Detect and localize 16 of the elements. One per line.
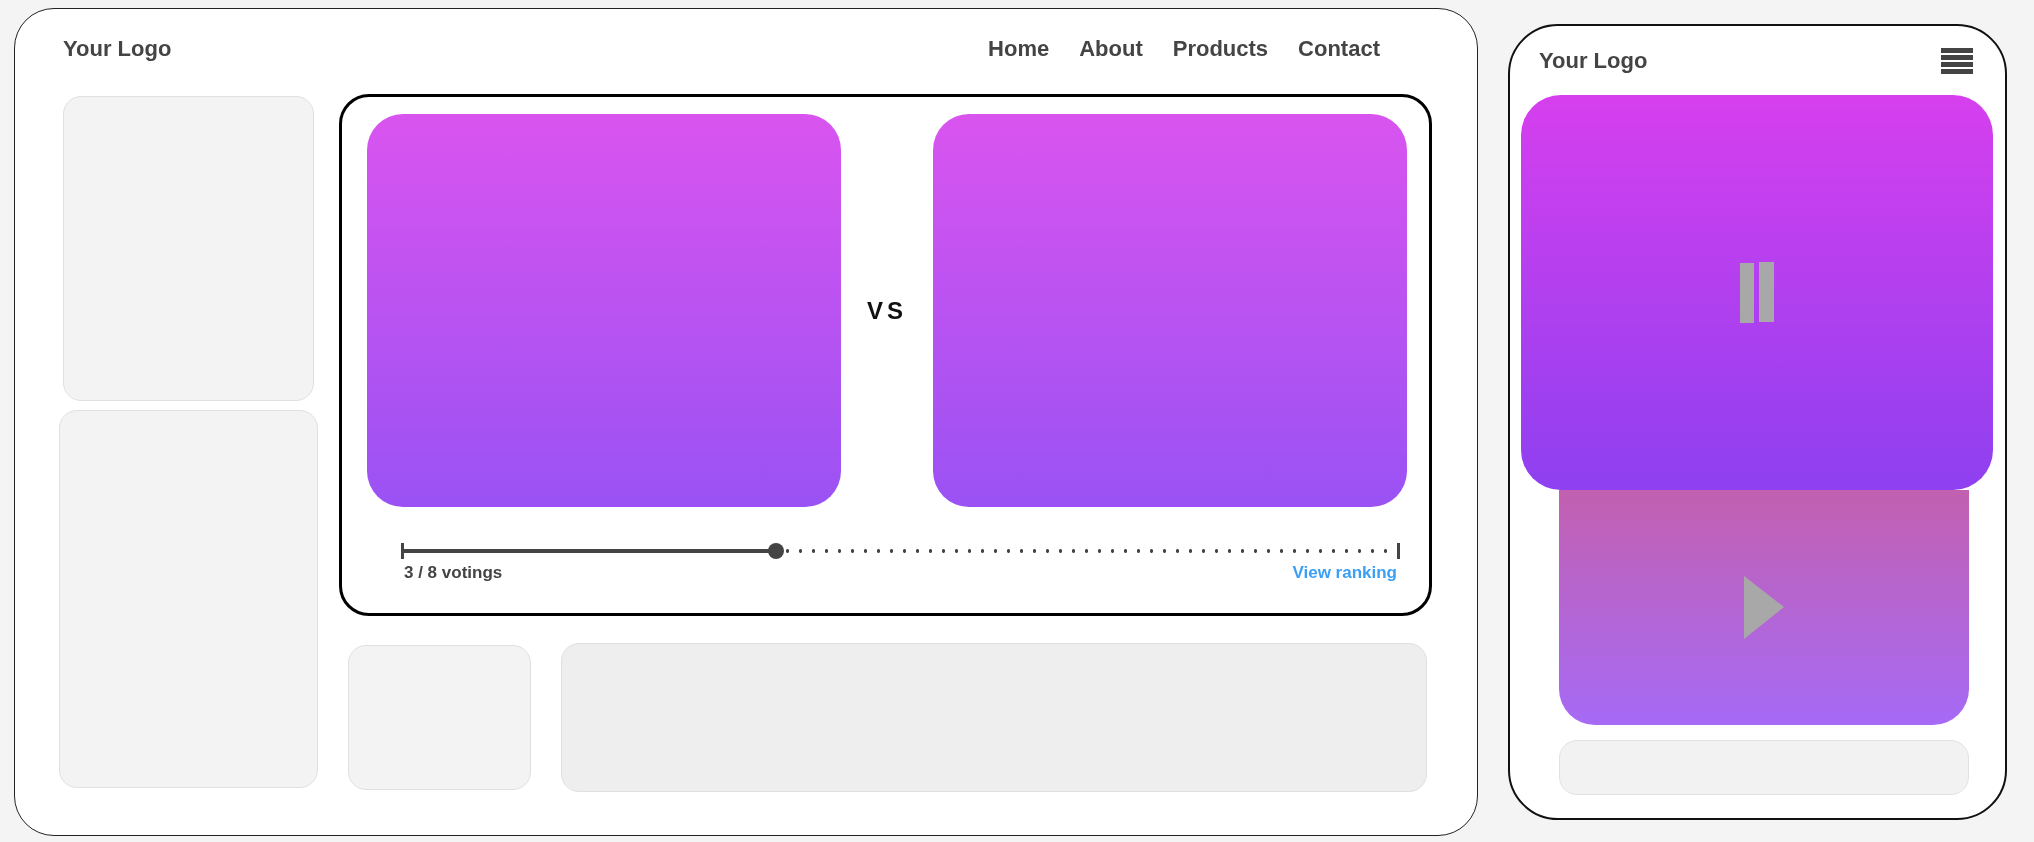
nav-link[interactable]: About: [1079, 36, 1143, 62]
image-placeholder[interactable]: [367, 114, 841, 507]
media-card[interactable]: [1559, 490, 1969, 725]
image-placeholder[interactable]: [933, 114, 1407, 507]
pause-icon[interactable]: [1740, 262, 1774, 323]
progress-label: 3 / 8 votings: [404, 563, 503, 583]
media-card[interactable]: [1521, 95, 1993, 490]
play-icon[interactable]: [1744, 576, 1784, 639]
versus-label: VS: [867, 296, 907, 325]
logo[interactable]: Your Logo: [63, 36, 172, 62]
logo[interactable]: Your Logo: [1539, 47, 1648, 74]
nav-link[interactable]: Contact: [1298, 36, 1380, 62]
nav-link[interactable]: Products: [1172, 36, 1269, 62]
nav-link[interactable]: Home: [988, 36, 1050, 62]
menu-icon[interactable]: [1941, 47, 1973, 74]
progress-thumb[interactable]: [768, 543, 785, 559]
